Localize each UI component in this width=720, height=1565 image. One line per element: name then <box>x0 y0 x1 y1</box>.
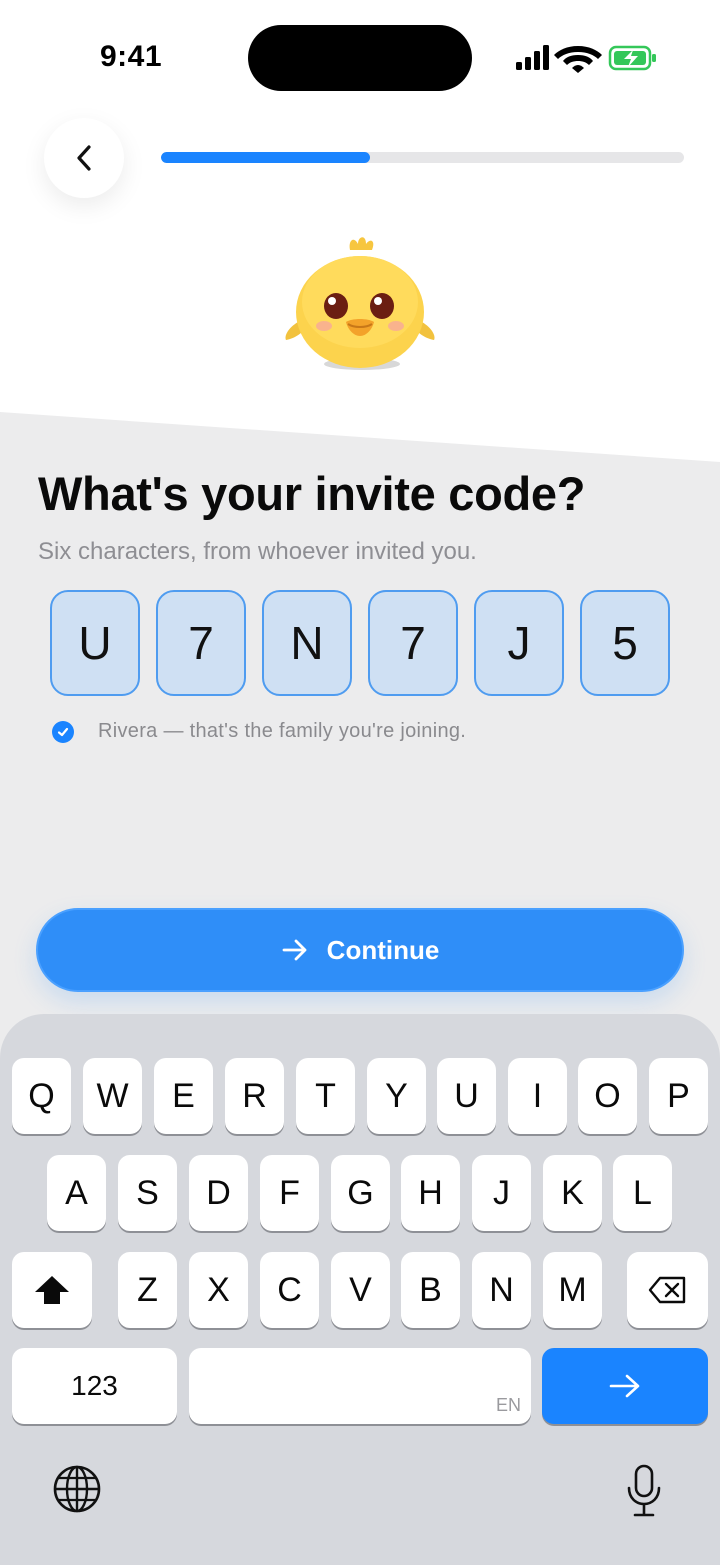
language-label: EN <box>495 1395 521 1415</box>
key-u[interactable]: U <box>437 1058 496 1134</box>
go-key[interactable] <box>542 1348 708 1424</box>
key-l[interactable]: L <box>613 1155 672 1231</box>
status-icons <box>516 45 656 73</box>
key-d[interactable]: D <box>189 1155 248 1231</box>
key-k[interactable]: K <box>543 1155 602 1231</box>
shift-icon <box>35 1276 69 1304</box>
keyboard-row-4: 123 EN <box>0 1348 720 1426</box>
battery-icon <box>608 45 656 71</box>
keyboard-row-1: Q W E R T Y U I O P <box>0 1058 720 1136</box>
chick-mascot-icon <box>285 237 435 370</box>
key-p[interactable]: P <box>649 1058 708 1134</box>
key-f[interactable]: F <box>260 1155 319 1231</box>
key-r[interactable]: R <box>225 1058 284 1134</box>
delete-key[interactable] <box>627 1252 708 1328</box>
key-t[interactable]: T <box>296 1058 355 1134</box>
key-m[interactable]: M <box>543 1252 602 1328</box>
page-subtitle: Six characters, from whoever invited you… <box>38 538 477 565</box>
checkmark-circle-icon <box>52 720 74 743</box>
arrow-right-icon <box>609 1374 640 1398</box>
numbers-key[interactable]: 123 <box>12 1348 177 1424</box>
key-e[interactable]: E <box>154 1058 213 1134</box>
microphone-icon[interactable] <box>625 1464 663 1518</box>
key-j[interactable]: J <box>472 1155 531 1231</box>
wifi-icon <box>554 46 602 73</box>
code-digit-5[interactable]: J <box>474 590 564 696</box>
key-v[interactable]: V <box>331 1252 390 1328</box>
key-g[interactable]: G <box>331 1155 390 1231</box>
dynamic-island <box>248 25 472 91</box>
backspace-icon <box>648 1276 685 1304</box>
shift-key[interactable] <box>12 1252 92 1328</box>
key-b[interactable]: B <box>401 1252 460 1328</box>
key-z[interactable]: Z <box>118 1252 177 1328</box>
keyboard: Q W E R T Y U I O P A S D F G H J K L Z … <box>0 1014 720 1565</box>
back-button[interactable] <box>44 118 124 198</box>
code-digit-4[interactable]: 7 <box>368 590 458 696</box>
progress-bar <box>161 152 684 163</box>
continue-label: Continue <box>326 934 440 965</box>
key-n[interactable]: N <box>472 1252 531 1328</box>
key-s[interactable]: S <box>118 1155 177 1231</box>
family-confirmation: Rivera — that's the family you're joinin… <box>52 720 466 743</box>
keyboard-row-2: A S D F G H J K L <box>0 1155 720 1233</box>
key-h[interactable]: H <box>401 1155 460 1231</box>
continue-button[interactable]: Continue <box>36 908 684 992</box>
invite-code-input[interactable]: U 7 N 7 J 5 <box>50 590 670 698</box>
confirmation-text: Rivera — that's the family you're joinin… <box>98 720 467 742</box>
code-digit-2[interactable]: 7 <box>156 590 246 696</box>
arrow-right-icon <box>282 939 307 961</box>
status-time: 9:41 <box>100 40 163 73</box>
page-title: What's your invite code? <box>38 467 586 520</box>
key-y[interactable]: Y <box>367 1058 426 1134</box>
space-key[interactable]: EN <box>189 1348 531 1424</box>
key-w[interactable]: W <box>83 1058 142 1134</box>
cellular-signal-icon <box>516 45 549 70</box>
keyboard-row-3: Z X C V B N M <box>0 1252 720 1330</box>
key-c[interactable]: C <box>260 1252 319 1328</box>
key-i[interactable]: I <box>508 1058 567 1134</box>
code-digit-1[interactable]: U <box>50 590 140 696</box>
code-digit-6[interactable]: 5 <box>580 590 670 696</box>
key-x[interactable]: X <box>189 1252 248 1328</box>
globe-icon[interactable] <box>52 1464 102 1514</box>
key-o[interactable]: O <box>578 1058 637 1134</box>
key-a[interactable]: A <box>47 1155 106 1231</box>
chevron-left-icon <box>77 145 91 171</box>
code-digit-3[interactable]: N <box>262 590 352 696</box>
key-q[interactable]: Q <box>12 1058 71 1134</box>
progress-fill <box>161 152 371 163</box>
